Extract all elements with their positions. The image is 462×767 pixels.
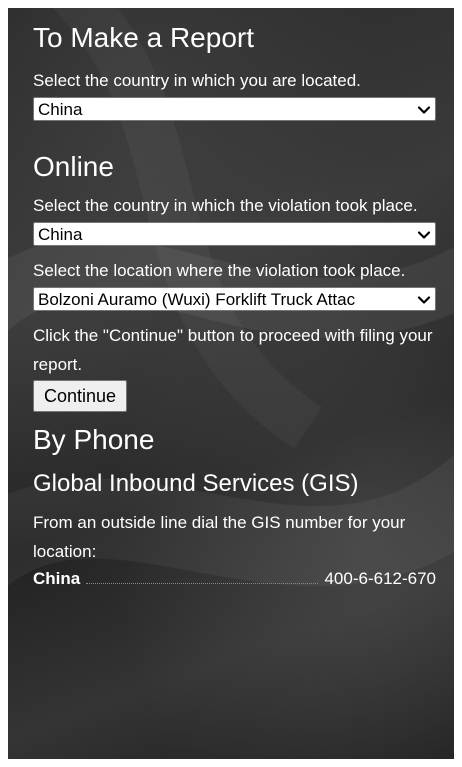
phone-entry: China 400-6-612-670: [33, 566, 436, 592]
location-select[interactable]: Bolzoni Auramo (Wuxi) Forklift Truck Att…: [33, 287, 436, 311]
country-select-value: China: [38, 100, 83, 119]
report-title: To Make a Report: [33, 22, 254, 53]
country-prompt: Select the country in which you are loca…: [33, 71, 361, 90]
violation-country-select-value: China: [38, 225, 83, 244]
violation-country-select[interactable]: China: [33, 222, 436, 246]
continue-instruction: Click the "Continue" button to proceed w…: [33, 326, 433, 374]
chevron-down-icon: [417, 106, 431, 114]
location-prompt: Select the location where the violation …: [33, 261, 406, 280]
leader-dots: [86, 583, 319, 584]
chevron-down-icon: [417, 231, 431, 239]
report-panel: To Make a Report Select the country in w…: [8, 8, 454, 759]
online-title: Online: [33, 151, 114, 182]
continue-button[interactable]: Continue: [33, 380, 128, 412]
gis-title: Global Inbound Services (GIS): [33, 470, 359, 497]
report-content: To Make a Report Select the country in w…: [8, 8, 454, 592]
phone-entry-country: China: [33, 569, 81, 588]
violation-country-prompt: Select the country in which the violatio…: [33, 196, 418, 215]
chevron-down-icon: [417, 296, 431, 304]
country-select[interactable]: China: [33, 97, 436, 121]
phone-title: By Phone: [33, 424, 155, 455]
location-select-value: Bolzoni Auramo (Wuxi) Forklift Truck Att…: [38, 290, 356, 309]
phone-entry-number[interactable]: 400-6-612-670: [324, 566, 436, 592]
phone-instruction: From an outside line dial the GIS number…: [33, 513, 406, 561]
